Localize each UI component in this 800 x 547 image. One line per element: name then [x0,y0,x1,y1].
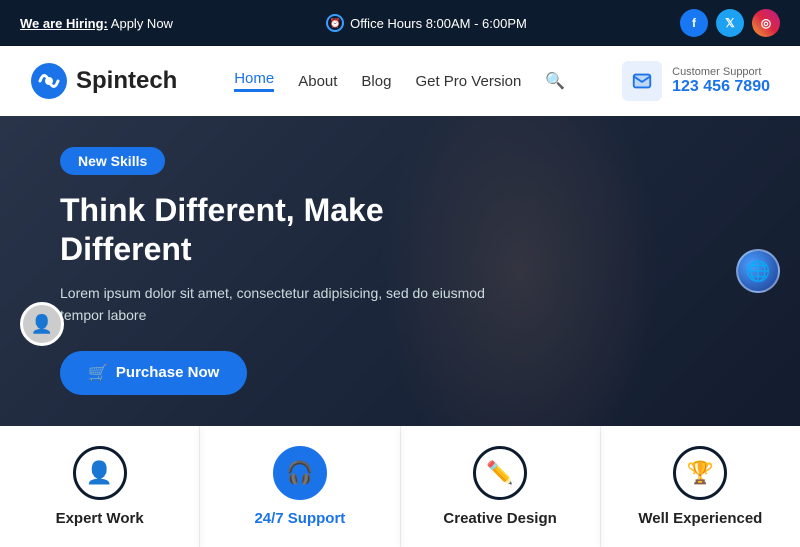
office-hours: ⏰ Office Hours 8:00AM - 6:00PM [326,14,527,32]
logo-text: Spintech [76,67,177,95]
nav-home[interactable]: Home [234,70,274,92]
phone-icon [622,61,662,101]
support-icon: 🎧 [273,446,327,500]
purchase-now-button[interactable]: 🛒 Purchase Now [60,351,247,395]
hero-description: Lorem ipsum dolor sit amet, consectetur … [60,282,500,327]
hero-globe-icon: 🌐 [736,249,780,293]
navbar: Spintech Home About Blog Get Pro Version… [0,46,800,116]
expert-work-icon: 👤 [73,446,127,500]
hero-title: Think Different, Make Different [60,191,500,268]
nav-links: Home About Blog Get Pro Version 🔍 [234,70,565,92]
creative-design-icon: ✏️ [473,446,527,500]
nav-get-pro[interactable]: Get Pro Version [415,73,521,90]
hero-content: New Skills Think Different, Make Differe… [0,117,560,425]
support-label: 24/7 Support [254,510,345,527]
expert-work-label: Expert Work [56,510,144,527]
nav-about[interactable]: About [298,73,337,90]
logo-icon [30,62,68,100]
nav-blog[interactable]: Blog [361,73,391,90]
hero-section: 👤 🌐 New Skills Think Different, Make Dif… [0,116,800,426]
creative-design-label: Creative Design [443,510,556,527]
well-experienced-label: Well Experienced [638,510,762,527]
feature-well-experienced: 🏆 Well Experienced [601,426,800,547]
contact-phone[interactable]: 123 456 7890 [672,78,770,96]
hiring-label: We are Hiring: [20,16,108,31]
hero-avatar: 👤 [20,302,64,346]
top-bar: We are Hiring: Apply Now ⏰ Office Hours … [0,0,800,46]
nav-contact: Customer Support 123 456 7890 [622,61,770,101]
feature-creative-design: ✏️ Creative Design [401,426,601,547]
social-links: f 𝕏 ◎ [680,9,780,37]
cart-icon: 🛒 [88,363,108,383]
hiring-cta[interactable]: Apply Now [111,16,173,31]
new-skills-badge: New Skills [60,147,165,175]
contact-info: Customer Support 123 456 7890 [672,66,770,96]
office-hours-text: Office Hours 8:00AM - 6:00PM [350,16,527,31]
logo[interactable]: Spintech [30,62,177,100]
feature-247-support: 🎧 24/7 Support [200,426,400,547]
features-section: 👤 Expert Work 🎧 24/7 Support ✏️ Creative… [0,426,800,547]
purchase-button-label: Purchase Now [116,364,219,381]
well-experienced-icon: 🏆 [673,446,727,500]
contact-label: Customer Support [672,66,770,78]
clock-icon: ⏰ [326,14,344,32]
twitter-icon[interactable]: 𝕏 [716,9,744,37]
search-icon[interactable]: 🔍 [545,71,565,91]
hiring-announcement[interactable]: We are Hiring: Apply Now [20,16,173,31]
instagram-icon[interactable]: ◎ [752,9,780,37]
facebook-icon[interactable]: f [680,9,708,37]
feature-expert-work: 👤 Expert Work [0,426,200,547]
